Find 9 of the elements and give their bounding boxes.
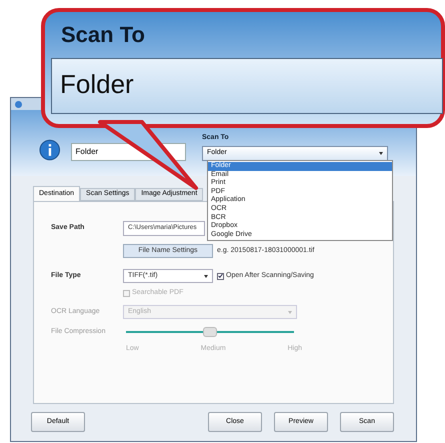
caret-icon xyxy=(288,310,292,314)
caret-icon xyxy=(204,274,208,278)
caret-icon xyxy=(379,152,383,155)
info-icon xyxy=(39,139,60,161)
callout-title: Scan To xyxy=(61,24,146,46)
app-icon xyxy=(15,100,22,108)
compression-slider[interactable] xyxy=(126,327,294,337)
checkbox[interactable] xyxy=(217,272,224,280)
callout-field: Folder xyxy=(51,58,443,114)
